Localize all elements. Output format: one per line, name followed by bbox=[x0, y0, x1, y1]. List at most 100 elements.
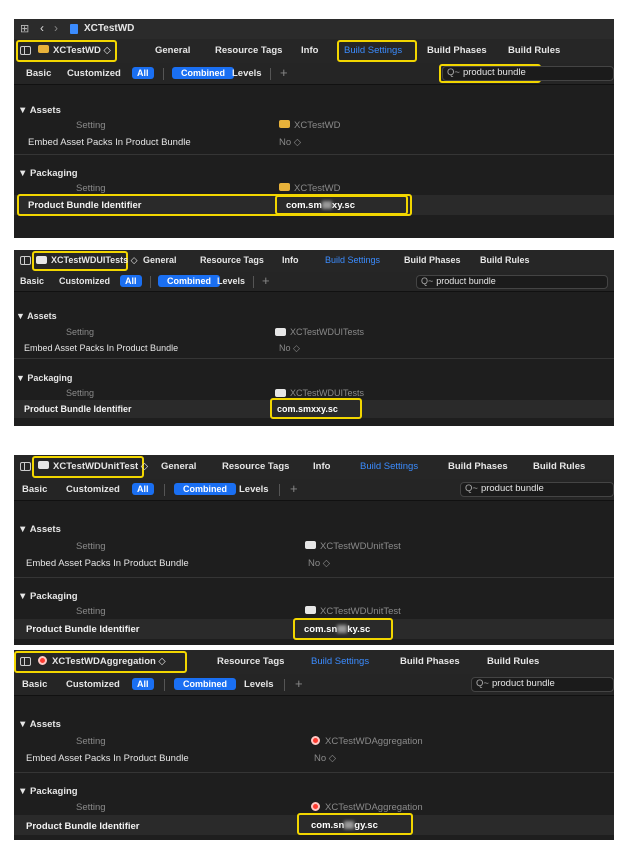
target-selector-label[interactable]: XCTestWDAggregation ◇ bbox=[38, 655, 166, 667]
case-icon bbox=[36, 255, 47, 264]
filter-all[interactable]: All bbox=[132, 67, 154, 79]
product-bundle-identifier-value[interactable]: com.smxxy.sc bbox=[277, 404, 338, 414]
filter-customized[interactable]: Customized bbox=[67, 68, 121, 79]
tab-general[interactable]: General bbox=[161, 461, 196, 472]
section-packaging[interactable]: ▼ Packaging bbox=[18, 168, 78, 179]
setting-embed-asset-packs[interactable]: Embed Asset Packs In Product Bundle bbox=[28, 137, 191, 148]
setting-product-bundle-identifier[interactable]: Product Bundle Identifier bbox=[26, 821, 139, 832]
setting-column-header: Setting bbox=[66, 327, 95, 337]
add-setting-button[interactable]: + bbox=[280, 65, 288, 80]
section-packaging[interactable]: ▼ Packaging bbox=[16, 373, 72, 383]
setting-product-bundle-identifier[interactable]: Product Bundle Identifier bbox=[26, 624, 139, 635]
tab-info[interactable]: Info bbox=[282, 255, 299, 265]
tab-bar: XCTestWDAggregation ◇ Resource Tags Buil… bbox=[14, 650, 614, 674]
tab-build-phases[interactable]: Build Phases bbox=[448, 461, 508, 472]
filter-all[interactable]: All bbox=[132, 483, 154, 495]
setting-embed-asset-packs[interactable]: Embed Asset Packs In Product Bundle bbox=[24, 343, 178, 353]
search-field[interactable]: Q~ product bundle bbox=[471, 677, 614, 692]
search-field[interactable]: Q~ product bundle bbox=[442, 66, 614, 81]
setting-embed-asset-packs[interactable]: Embed Asset Packs In Product Bundle bbox=[26, 558, 189, 569]
filter-basic[interactable]: Basic bbox=[22, 484, 47, 495]
filter-basic[interactable]: Basic bbox=[20, 276, 44, 286]
setting-product-bundle-identifier[interactable]: Product Bundle Identifier bbox=[28, 200, 141, 211]
add-setting-button[interactable]: + bbox=[290, 481, 298, 496]
panel-xctestwduitests: XCTestWDUITests ◇ General Resource Tags … bbox=[14, 250, 614, 426]
tab-build-phases[interactable]: Build Phases bbox=[400, 656, 460, 667]
case-icon bbox=[305, 541, 316, 550]
tab-build-rules[interactable]: Build Rules bbox=[480, 255, 530, 265]
tab-resource-tags[interactable]: Resource Tags bbox=[200, 255, 264, 265]
tab-resource-tags[interactable]: Resource Tags bbox=[217, 656, 284, 667]
section-assets[interactable]: ▼ Assets bbox=[18, 719, 61, 730]
tab-build-settings[interactable]: Build Settings bbox=[344, 45, 402, 56]
section-assets[interactable]: ▼ Assets bbox=[18, 105, 61, 116]
filter-customized[interactable]: Customized bbox=[59, 276, 110, 286]
section-assets[interactable]: ▼ Assets bbox=[16, 311, 57, 321]
setting-column-header: Setting bbox=[76, 541, 106, 552]
embed-asset-packs-value[interactable]: No ◇ bbox=[314, 753, 336, 764]
section-packaging[interactable]: ▼ Packaging bbox=[18, 591, 78, 602]
filter-levels[interactable]: Levels bbox=[244, 679, 274, 690]
target-selector-label[interactable]: XCTestWDUnitTest ◇ bbox=[38, 461, 148, 472]
tab-build-phases[interactable]: Build Phases bbox=[427, 45, 487, 56]
product-bundle-identifier-value[interactable]: com.sn ky.sc bbox=[304, 624, 370, 635]
sidebar-toggle-icon[interactable] bbox=[20, 461, 31, 472]
search-field[interactable]: Q~ product bundle bbox=[460, 482, 614, 497]
tab-info[interactable]: Info bbox=[301, 45, 318, 56]
target-selector-label[interactable]: XCTestWDUITests ◇ bbox=[36, 255, 138, 266]
filter-basic[interactable]: Basic bbox=[26, 68, 51, 79]
tab-build-rules[interactable]: Build Rules bbox=[508, 45, 560, 56]
divider bbox=[163, 68, 164, 80]
add-setting-button[interactable]: + bbox=[262, 273, 270, 288]
search-input[interactable]: product bundle bbox=[492, 678, 555, 689]
filter-combined[interactable]: Combined bbox=[158, 275, 220, 287]
tab-build-settings[interactable]: Build Settings bbox=[360, 461, 418, 472]
target-selector-label[interactable]: XCTestWD ◇ bbox=[38, 45, 111, 56]
tab-build-settings[interactable]: Build Settings bbox=[311, 656, 369, 667]
back-chevron-icon[interactable]: ‹ bbox=[40, 21, 44, 35]
embed-asset-packs-value[interactable]: No ◇ bbox=[279, 137, 301, 148]
setting-embed-asset-packs[interactable]: Embed Asset Packs In Product Bundle bbox=[26, 753, 189, 764]
tab-info[interactable]: Info bbox=[313, 461, 330, 472]
filter-all[interactable]: All bbox=[120, 275, 142, 287]
tab-resource-tags[interactable]: Resource Tags bbox=[215, 45, 282, 56]
filter-all[interactable]: All bbox=[132, 678, 154, 690]
filter-customized[interactable]: Customized bbox=[66, 484, 120, 495]
column-target-header: XCTestWDUITests bbox=[275, 327, 364, 337]
tab-build-settings[interactable]: Build Settings bbox=[325, 255, 380, 265]
tab-general[interactable]: General bbox=[155, 45, 190, 56]
tab-build-rules[interactable]: Build Rules bbox=[533, 461, 585, 472]
target-icon bbox=[311, 735, 320, 745]
tab-build-phases[interactable]: Build Phases bbox=[404, 255, 461, 265]
sidebar-toggle-icon[interactable] bbox=[20, 255, 31, 266]
filter-basic[interactable]: Basic bbox=[22, 679, 47, 690]
case-icon bbox=[275, 327, 286, 336]
add-setting-button[interactable]: + bbox=[295, 676, 303, 691]
tab-build-rules[interactable]: Build Rules bbox=[487, 656, 539, 667]
tab-general[interactable]: General bbox=[143, 255, 177, 265]
grid-icon[interactable]: ⊞ bbox=[20, 22, 29, 35]
divider bbox=[14, 772, 614, 773]
filter-levels[interactable]: Levels bbox=[232, 68, 262, 79]
filter-customized[interactable]: Customized bbox=[66, 679, 120, 690]
section-packaging[interactable]: ▼ Packaging bbox=[18, 786, 78, 797]
search-field[interactable]: Q~ product bundle bbox=[416, 275, 608, 289]
search-input[interactable]: product bundle bbox=[463, 67, 526, 78]
setting-product-bundle-identifier[interactable]: Product Bundle Identifier bbox=[24, 404, 132, 414]
embed-asset-packs-value[interactable]: No ◇ bbox=[308, 558, 330, 569]
search-input[interactable]: product bundle bbox=[481, 483, 544, 494]
tab-resource-tags[interactable]: Resource Tags bbox=[222, 461, 289, 472]
search-input[interactable]: product bundle bbox=[436, 276, 496, 286]
product-bundle-identifier-value[interactable]: com.sm xy.sc bbox=[286, 200, 355, 211]
filter-combined[interactable]: Combined bbox=[174, 483, 236, 495]
filter-levels[interactable]: Levels bbox=[217, 276, 245, 286]
embed-asset-packs-value[interactable]: No ◇ bbox=[279, 343, 300, 354]
filter-combined[interactable]: Combined bbox=[172, 67, 234, 79]
filter-levels[interactable]: Levels bbox=[239, 484, 269, 495]
filter-combined[interactable]: Combined bbox=[174, 678, 236, 690]
case-icon bbox=[38, 461, 49, 470]
product-bundle-identifier-value[interactable]: com.sn gy.sc bbox=[311, 820, 378, 831]
forward-chevron-icon[interactable]: › bbox=[54, 21, 58, 35]
section-assets[interactable]: ▼ Assets bbox=[18, 524, 61, 535]
column-target-header: XCTestWDUITests bbox=[275, 388, 364, 398]
